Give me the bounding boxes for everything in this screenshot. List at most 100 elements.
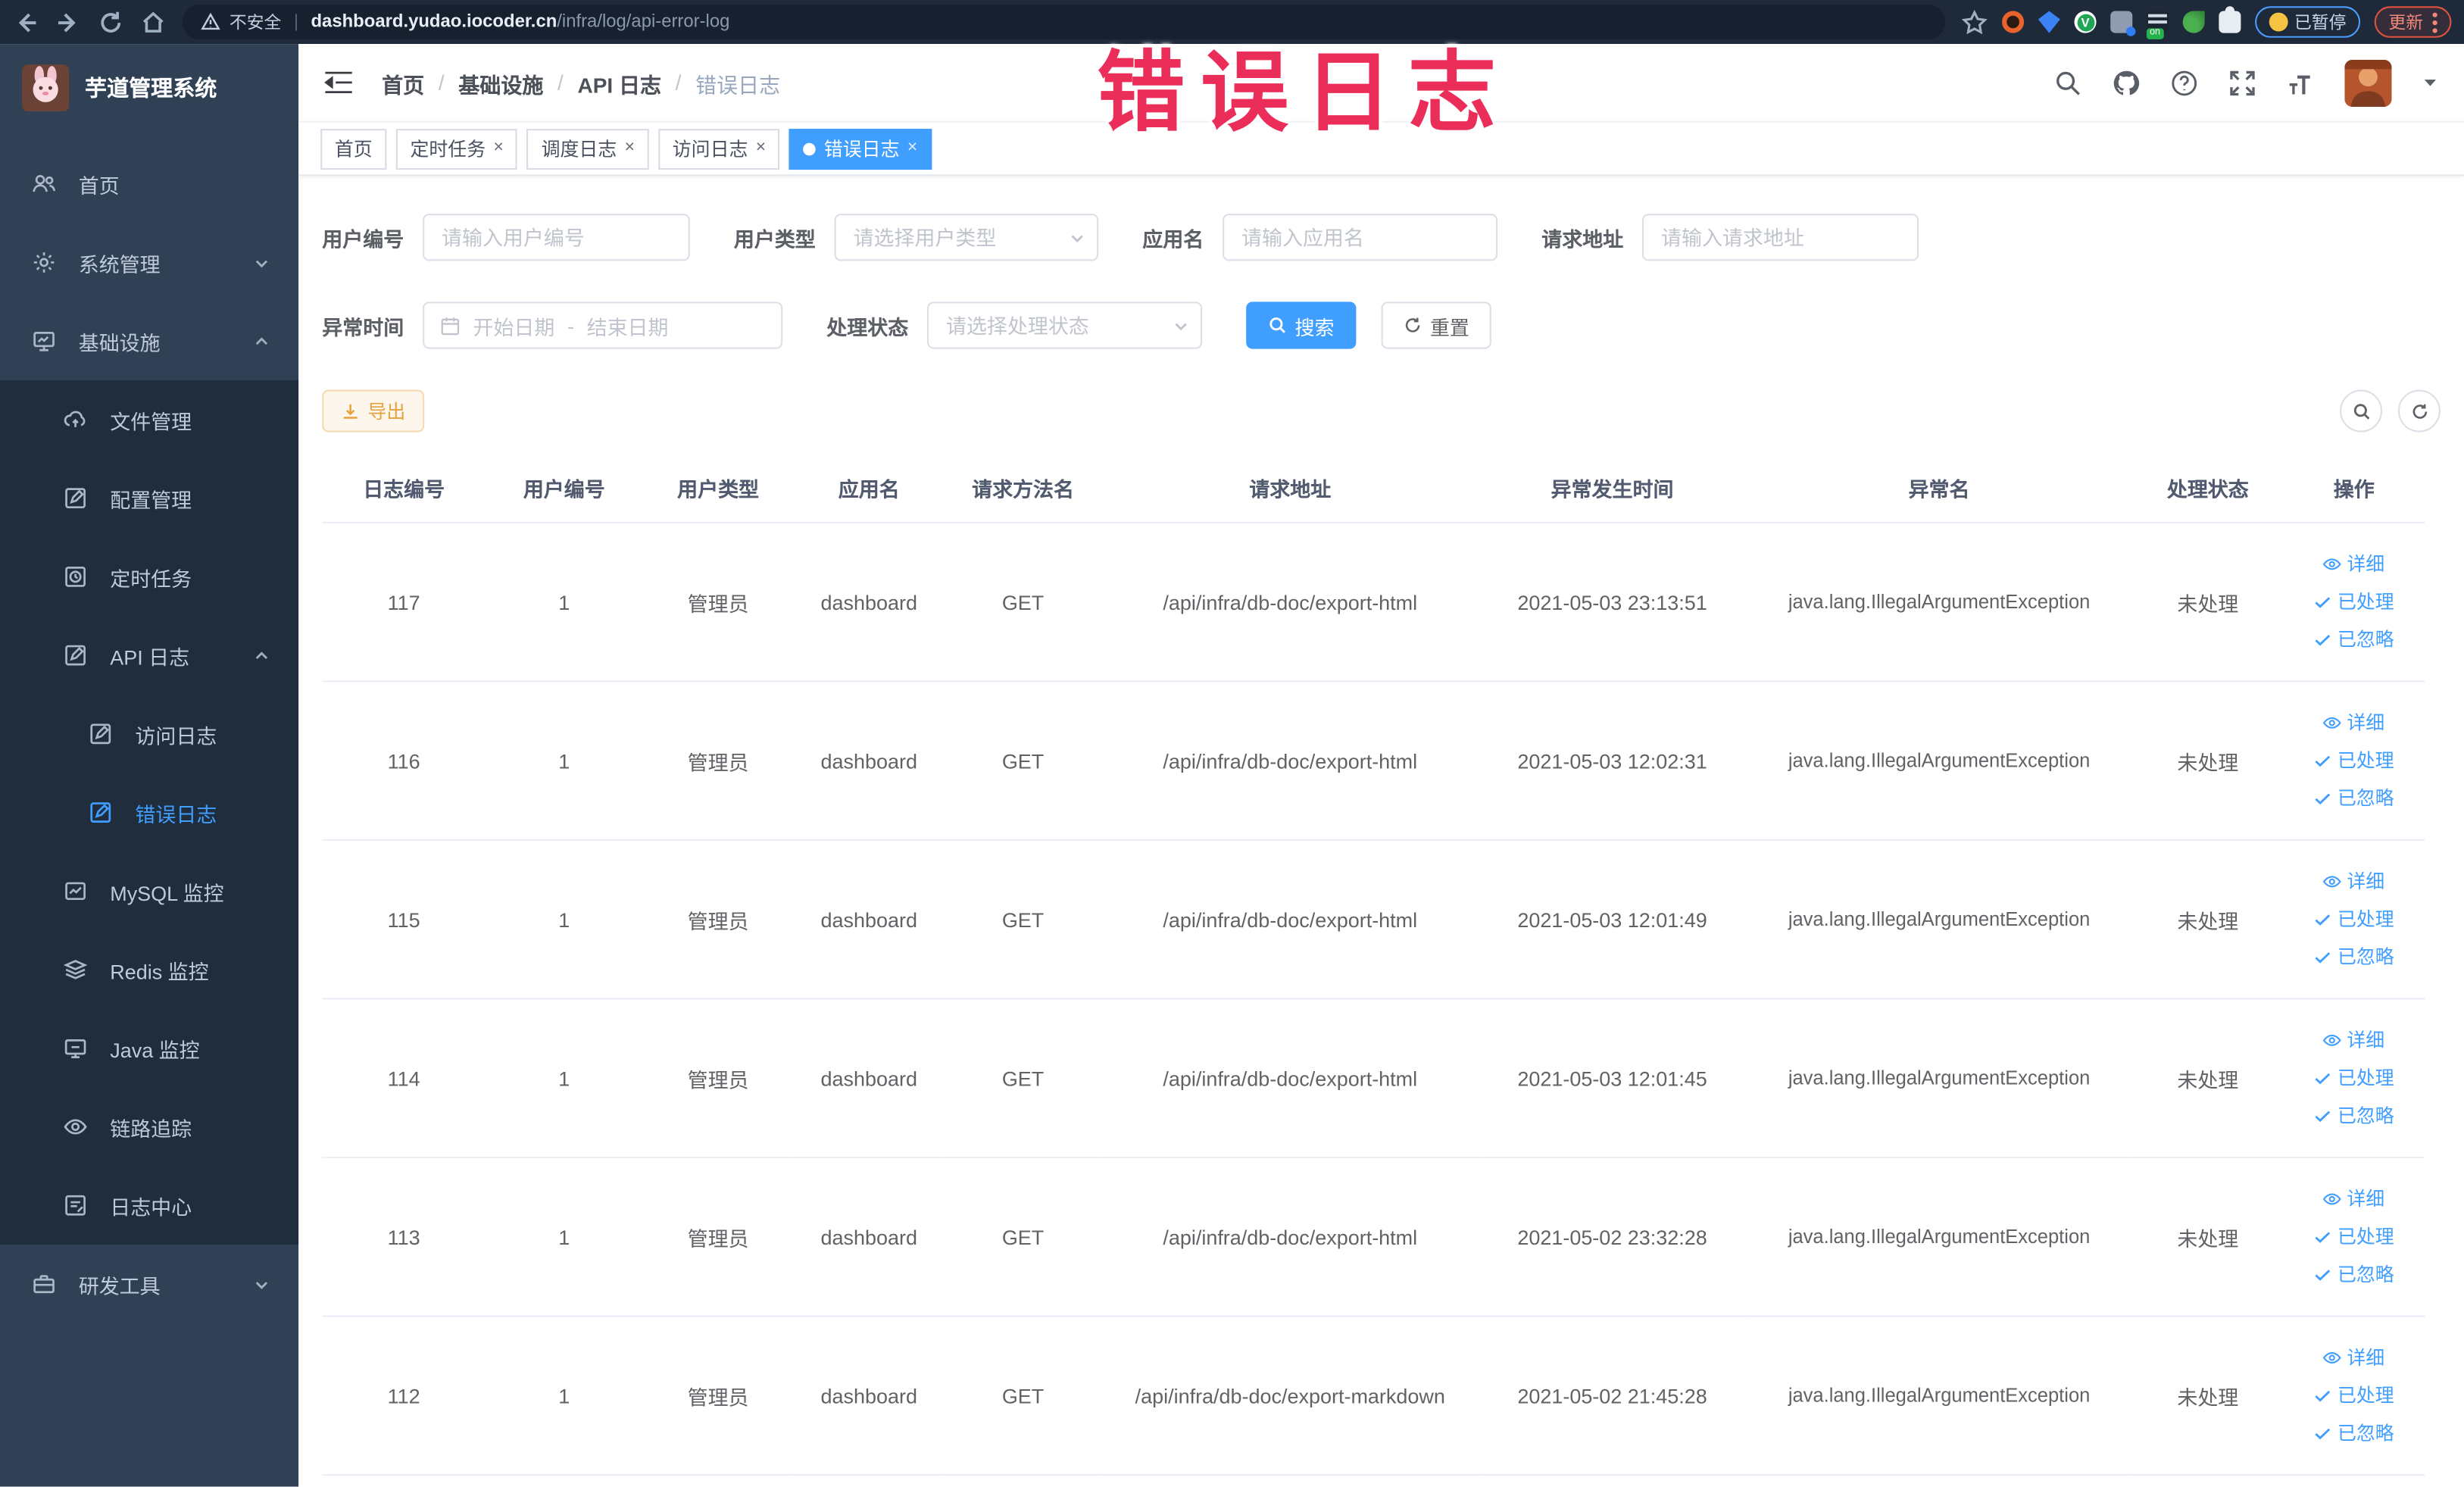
back-icon[interactable] [13, 8, 39, 35]
mark-processed-link[interactable]: 已处理 [2314, 586, 2394, 619]
search-icon[interactable] [2054, 68, 2082, 96]
tag-home[interactable]: 首页 [320, 128, 387, 170]
detail-link[interactable]: 详细 [2323, 1182, 2384, 1216]
sidebar-item-label: 首页 [78, 173, 120, 198]
help-icon[interactable] [2170, 68, 2198, 96]
sidebar-item-api-log[interactable]: API 日志 [0, 616, 298, 695]
export-button[interactable]: 导出 [322, 389, 425, 433]
home-icon[interactable] [140, 8, 167, 35]
hamburger-icon[interactable] [323, 69, 353, 95]
extension-grid-icon[interactable] [2110, 11, 2136, 36]
sidebar-item-config-manage[interactable]: 配置管理 [0, 459, 298, 538]
tag-scheduled-jobs[interactable]: 定时任务 × [395, 128, 518, 170]
extension-on-switch-icon[interactable]: on [2146, 11, 2169, 39]
paused-pill[interactable]: 已暂停 [2255, 6, 2361, 38]
mark-processed-link[interactable]: 已处理 [2314, 744, 2394, 777]
user-type-select[interactable] [834, 214, 1099, 261]
mark-ignored-link[interactable]: 已忽略 [2314, 1099, 2394, 1132]
mark-ignored-link[interactable]: 已忽略 [2314, 623, 2394, 657]
detail-link[interactable]: 详细 [2323, 1342, 2384, 1375]
mark-processed-link[interactable]: 已处理 [2314, 1220, 2394, 1254]
sidebar-item-home[interactable]: 首页 [0, 145, 298, 223]
search-button[interactable]: 搜索 [1246, 301, 1357, 349]
chrome-menu-icon[interactable] [2432, 11, 2437, 33]
sidebar-item-mysql-monitor[interactable]: MySQL 监控 [0, 851, 298, 930]
check-icon [2316, 635, 2331, 646]
address-bar[interactable]: 不安全 | dashboard.yudao.iocoder.cn/infra/l… [182, 5, 1946, 39]
sidebar-item-infra[interactable]: 基础设施 [0, 301, 298, 380]
mark-processed-link[interactable]: 已处理 [2314, 1061, 2394, 1095]
breadcrumb-infra[interactable]: 基础设施 [458, 67, 543, 98]
end-date-placeholder[interactable]: 结束日期 [587, 311, 669, 340]
sidebar-item-file-manage[interactable]: 文件管理 [0, 380, 298, 459]
mark-ignored-link[interactable]: 已忽略 [2314, 1417, 2394, 1450]
detail-link[interactable]: 详细 [2323, 865, 2384, 898]
start-date-placeholder[interactable]: 开始日期 [473, 311, 554, 340]
close-icon[interactable]: × [756, 139, 766, 158]
sidebar-item-system[interactable]: 系统管理 [0, 223, 298, 302]
extension-blue-icon[interactable] [2038, 11, 2060, 33]
update-pill[interactable]: 更新 [2374, 6, 2452, 38]
sidebar-item-tracing[interactable]: 链路追踪 [0, 1088, 298, 1167]
font-size-icon[interactable] [2287, 68, 2315, 96]
breadcrumb-api-log[interactable]: API 日志 [577, 67, 661, 98]
mark-processed-link[interactable]: 已处理 [2314, 903, 2394, 936]
sidebar-item-dev-tools[interactable]: 研发工具 [0, 1245, 298, 1323]
refresh-button[interactable] [2397, 389, 2441, 433]
mark-ignored-link[interactable]: 已忽略 [2314, 1258, 2394, 1292]
tags-view: 首页 定时任务 × 调度日志 × 访问日志 × 错误日志 × [298, 123, 2464, 177]
user-id-input[interactable] [423, 214, 690, 261]
date-range-picker[interactable]: 开始日期 - 结束日期 [423, 301, 783, 349]
extension-puzzle-icon[interactable] [2219, 6, 2241, 33]
warning-icon [201, 12, 220, 30]
app-logo[interactable]: 芋道管理系统 [0, 44, 298, 132]
forward-icon[interactable] [55, 8, 82, 35]
toggle-search-button[interactable] [2340, 389, 2383, 433]
request-url-input[interactable] [1642, 214, 1919, 261]
bookmark-star-icon[interactable] [1961, 8, 1988, 35]
eye-icon [2323, 1034, 2342, 1046]
close-icon[interactable]: × [907, 139, 917, 158]
sidebar-item-error-log[interactable]: 错误日志 [0, 773, 298, 852]
monitor-icon [31, 329, 56, 354]
sidebar-item-java-monitor[interactable]: Java 监控 [0, 1009, 298, 1088]
mark-ignored-link[interactable]: 已忽略 [2314, 941, 2394, 974]
detail-link[interactable]: 详细 [2323, 707, 2384, 740]
col-exception-name: 异常名 [1745, 454, 2133, 523]
gear-icon [31, 250, 56, 275]
close-icon[interactable]: × [493, 139, 503, 158]
mark-ignored-link[interactable]: 已忽略 [2314, 782, 2394, 815]
sidebar-item-access-log[interactable]: 访问日志 [0, 695, 298, 773]
filter-app-name: 应用名 [1142, 214, 1498, 261]
reset-button[interactable]: 重置 [1381, 301, 1491, 349]
sidebar-item-log-center[interactable]: 日志中心 [0, 1166, 298, 1245]
col-user-type: 用户类型 [642, 454, 794, 523]
app-name-input[interactable] [1223, 214, 1498, 261]
tag-error-log[interactable]: 错误日志 × [789, 128, 932, 170]
user-avatar[interactable] [2344, 58, 2392, 107]
extension-green-v-icon[interactable]: V [2074, 11, 2097, 33]
extension-orange-icon[interactable] [2002, 11, 2025, 33]
extension-leaf-icon[interactable] [2182, 11, 2205, 33]
detail-link[interactable]: 详细 [2323, 1024, 2384, 1057]
filter-request-url: 请求地址 [1541, 214, 1919, 261]
logo-avatar [22, 64, 70, 112]
detail-link[interactable]: 详细 [2323, 548, 2384, 581]
check-icon [2316, 597, 2331, 608]
eye-icon [2323, 876, 2342, 888]
caret-down-icon[interactable] [2422, 74, 2439, 92]
tag-dispatch-log[interactable]: 调度日志 × [526, 128, 649, 170]
close-icon[interactable]: × [625, 139, 635, 158]
tag-access-log[interactable]: 访问日志 × [658, 128, 780, 170]
security-label[interactable]: 不安全 [230, 9, 281, 34]
mark-processed-link[interactable]: 已处理 [2314, 1379, 2394, 1412]
github-icon[interactable] [2112, 68, 2140, 96]
process-status-select[interactable] [927, 301, 1203, 349]
filter-row-2: 异常时间 开始日期 - 结束日期 处理状态 请选择处理状态 搜索 重置 [322, 301, 2441, 349]
check-icon [2316, 952, 2331, 964]
reload-icon[interactable] [98, 8, 124, 35]
breadcrumb-home[interactable]: 首页 [382, 67, 424, 98]
sidebar-item-redis-monitor[interactable]: Redis 监控 [0, 930, 298, 1009]
fullscreen-icon[interactable] [2228, 68, 2256, 96]
sidebar-item-scheduled-jobs[interactable]: 定时任务 [0, 538, 298, 617]
